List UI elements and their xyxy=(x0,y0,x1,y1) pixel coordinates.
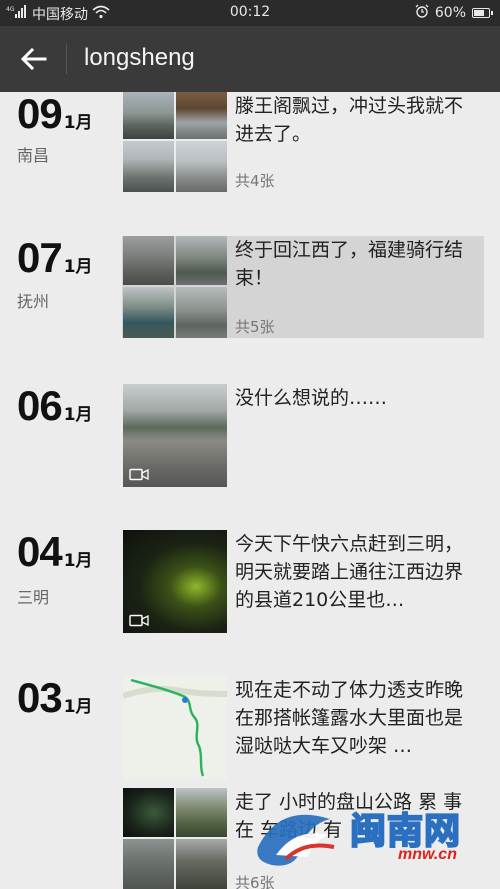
post-card[interactable]: 现在走不动了体力透支昨晚在那搭帐篷露水大里面也是湿哒哒大车又吵架 … xyxy=(122,676,484,779)
alarm-icon xyxy=(415,4,429,22)
back-button[interactable] xyxy=(18,43,50,75)
entry-month: 1月 xyxy=(63,113,93,133)
video-camera-icon xyxy=(129,614,149,627)
arrow-left-icon xyxy=(21,48,47,70)
photo-count: 共5张 xyxy=(235,318,275,336)
title-divider xyxy=(66,44,67,74)
entry-date: 03 1月 xyxy=(17,676,93,720)
moments-feed[interactable]: 09 1月 南昌 滕王阁飘过，冲过头我就不进去了。 共4张 07 1月 抚州 终… xyxy=(0,92,500,889)
status-bar: 4G 中国移动 00:12 60% xyxy=(0,0,500,26)
watermark-url: mnw.cn xyxy=(398,846,457,863)
entry-date: 04 1月 xyxy=(17,530,93,574)
post-card[interactable]: 终于回江西了，福建骑行结束！ 共5张 xyxy=(122,236,484,338)
post-card[interactable]: 今天下午快六点赶到三明，明天就要踏上通往江西边界的县道210公里也… xyxy=(122,530,484,633)
post-text: 现在走不动了体力透支昨晚在那搭帐篷露水大里面也是湿哒哒大车又吵架 … xyxy=(235,679,464,757)
post-card[interactable]: 没什么想说的…… xyxy=(122,384,484,487)
entry-month: 1月 xyxy=(63,405,93,425)
entry-day: 09 xyxy=(17,92,63,137)
entry-day: 07 xyxy=(17,234,63,281)
video-camera-icon xyxy=(129,468,149,481)
battery-icon xyxy=(472,8,493,18)
route-map xyxy=(123,676,227,779)
battery-percent: 60% xyxy=(434,5,466,21)
entry-date: 06 1月 xyxy=(17,384,93,428)
title-bar: longsheng xyxy=(0,26,500,92)
entry-month: 1月 xyxy=(63,697,93,717)
photo-thumbnail[interactable] xyxy=(176,92,227,139)
video-thumbnail[interactable] xyxy=(123,384,227,487)
entry-month: 1月 xyxy=(63,551,93,571)
photo-thumbnail[interactable] xyxy=(123,287,174,338)
photo-grid[interactable] xyxy=(123,788,227,889)
photo-thumbnail[interactable] xyxy=(176,788,227,837)
photo-thumbnail[interactable] xyxy=(123,141,174,192)
photo-count: 共4张 xyxy=(235,172,275,190)
entry-day: 03 xyxy=(17,674,63,721)
entry-day: 04 xyxy=(17,528,63,575)
photo-thumbnail[interactable] xyxy=(176,141,227,192)
entry-date: 07 1月 xyxy=(17,236,93,280)
entry-date: 09 1月 xyxy=(17,92,93,136)
post-text: 终于回江西了，福建骑行结束！ xyxy=(235,239,464,289)
photo-thumbnail[interactable] xyxy=(176,236,227,285)
entry-location: 南昌 xyxy=(17,146,50,165)
video-thumbnail[interactable] xyxy=(123,530,227,633)
photo-grid[interactable] xyxy=(123,236,227,340)
post-text: 没什么想说的…… xyxy=(235,387,388,409)
entry-location: 三明 xyxy=(17,588,50,607)
page-title: longsheng xyxy=(84,44,195,71)
route-line xyxy=(123,678,227,777)
photo-thumbnail[interactable] xyxy=(123,788,174,837)
entry-location: 抚州 xyxy=(17,292,50,311)
entry-month: 1月 xyxy=(63,257,93,277)
map-thumbnail[interactable] xyxy=(123,676,227,779)
photo-thumbnail[interactable] xyxy=(176,287,227,338)
post-text: 滕王阁飘过，冲过头我就不进去了。 xyxy=(235,95,464,145)
post-text: 今天下午快六点赶到三明，明天就要踏上通往江西边界的县道210公里也… xyxy=(235,533,464,611)
entry-day: 06 xyxy=(17,382,63,429)
photo-thumbnail[interactable] xyxy=(123,92,174,139)
photo-grid[interactable] xyxy=(123,92,227,196)
post-card[interactable]: 滕王阁飘过，冲过头我就不进去了。 共4张 xyxy=(122,92,484,192)
photo-thumbnail[interactable] xyxy=(123,839,174,889)
photo-thumbnail[interactable] xyxy=(123,236,174,285)
photo-thumbnail[interactable] xyxy=(176,839,227,889)
